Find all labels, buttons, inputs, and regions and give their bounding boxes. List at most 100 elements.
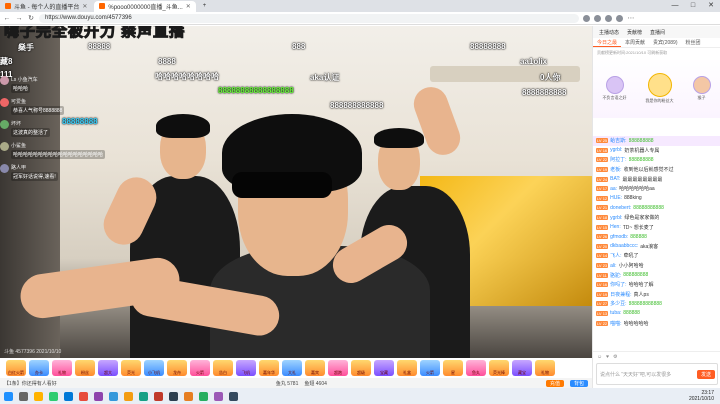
maximize-button[interactable]: □ — [684, 0, 702, 12]
gift-item[interactable]: 白红火箭 — [6, 360, 26, 376]
gift-item[interactable]: 办卡 — [29, 360, 49, 376]
gift-item[interactable]: 星 — [443, 360, 463, 376]
app-icon[interactable] — [154, 391, 163, 401]
app-icon[interactable] — [94, 391, 103, 401]
rank-item-1[interactable]: 我是你的粉丝大 — [645, 72, 674, 104]
search-icon[interactable] — [19, 391, 28, 401]
gift-item[interactable]: 告白 — [213, 360, 233, 376]
chat-input[interactable]: 说点什么 “天天好”吧,可以发很多 发送 — [596, 363, 718, 385]
chat-username[interactable]: 骆驼: — [610, 272, 621, 279]
backpack-button[interactable]: 背包 — [569, 379, 588, 387]
chat-username[interactable]: 你吗了: — [610, 281, 626, 288]
gift-item[interactable]: 鱼丸 — [466, 360, 486, 376]
chat-username[interactable]: ygrbl: — [610, 147, 622, 153]
gift-item[interactable]: 超跑 — [328, 360, 348, 376]
gift-item[interactable]: 荧光棒 — [489, 360, 509, 376]
chat-text: 奶茶机器人专属 — [624, 147, 660, 154]
fans-badge-icon[interactable]: ♥ — [606, 354, 609, 360]
collections-icon[interactable] — [605, 14, 612, 22]
gift-item[interactable]: 嘉年华 — [259, 360, 279, 376]
gift-item[interactable]: 宝藏 — [374, 360, 394, 376]
chat-username[interactable]: BAT: — [610, 176, 620, 182]
tab-fans[interactable]: 粉丝团 — [682, 39, 705, 46]
chat-username[interactable]: dkbaabbccc: — [610, 243, 638, 249]
refresh-icon[interactable]: ↻ — [27, 14, 35, 22]
chat-username[interactable]: 多少豆: — [610, 300, 626, 307]
gift-item[interactable]: 礼物 — [52, 360, 72, 376]
close-icon[interactable]: ✕ — [186, 3, 191, 10]
favorites-icon[interactable] — [594, 14, 601, 22]
rank-item-3[interactable]: 猴子 — [692, 75, 711, 101]
charge-button[interactable]: 充值 — [545, 379, 564, 387]
gift-item[interactable]: 荧光 — [121, 360, 141, 376]
tab-today[interactable]: 今日之最 — [593, 39, 622, 47]
browser-tab[interactable]: 斗鱼 - 每个人的直播平台 ✕ — [0, 1, 92, 12]
gift-item[interactable]: 火箭 — [190, 360, 210, 376]
close-window-button[interactable]: ✕ — [702, 0, 720, 12]
back-icon[interactable]: ← — [3, 15, 11, 22]
rank-name: 我是你的粉丝大 — [645, 97, 674, 103]
edge-browser-icon[interactable] — [64, 391, 73, 401]
chat-username[interactable]: 蛤吉斯: — [610, 137, 626, 144]
chat-username[interactable]: gfmodb: — [610, 234, 628, 240]
gift-item[interactable]: 嘉宾 — [305, 360, 325, 376]
top-menu-item[interactable]: 主播动态 — [599, 29, 619, 36]
app-icon[interactable] — [169, 391, 178, 401]
chat-username[interactable]: HUE: — [610, 195, 622, 201]
app-icon[interactable] — [229, 391, 238, 401]
tab-vip[interactable]: 贵宾(2089) — [649, 39, 681, 46]
chat-username[interactable]: aa: — [610, 186, 617, 192]
gift-item[interactable]: 粉丝 — [75, 360, 95, 376]
gift-item[interactable]: 大礼 — [282, 360, 302, 376]
chat-username[interactable]: ygrbl: — [610, 215, 622, 221]
forward-icon[interactable]: → — [15, 15, 23, 22]
top-menu-item[interactable]: 贡献榜 — [627, 29, 642, 36]
url-input[interactable]: https://www.douyu.com/4577396 — [39, 13, 579, 23]
wechat-icon[interactable] — [49, 391, 58, 401]
chat-username[interactable]: tuba: — [610, 310, 621, 316]
rank-podium: 不负言语之好 我是你的粉丝大 猴子 — [593, 58, 720, 118]
chat-username[interactable]: 喵喵: — [610, 320, 621, 327]
new-tab-button[interactable]: + — [198, 1, 212, 12]
gift-item[interactable]: 龙舟 — [167, 360, 187, 376]
emoji-icon[interactable]: ☺ — [597, 354, 602, 360]
windows-start-icon[interactable] — [4, 391, 13, 401]
chat-row: LV 11 骆驼: 888888888 — [593, 270, 720, 280]
gift-item[interactable]: 藏宝 — [512, 360, 532, 376]
gift-item[interactable]: 超级 — [351, 360, 371, 376]
settings-icon[interactable]: ⚙ — [613, 354, 617, 360]
gift-item[interactable]: 小飞机 — [144, 360, 164, 376]
chat-username[interactable]: Hen: — [610, 224, 621, 230]
gift-item[interactable]: 飞机 — [236, 360, 256, 376]
chat-username[interactable]: 老板: — [610, 166, 621, 173]
gift-item[interactable]: 火箭 — [420, 360, 440, 376]
extension-icon[interactable] — [583, 14, 590, 22]
profile-icon[interactable] — [616, 14, 623, 22]
app-icon[interactable] — [184, 391, 193, 401]
gift-item[interactable]: 礼物 — [535, 360, 555, 376]
app-icon[interactable] — [124, 391, 133, 401]
chat-username[interactable]: donebert: — [610, 205, 631, 211]
gift-item[interactable]: 礼盒 — [397, 360, 417, 376]
top-menu-item[interactable]: 直播间 — [650, 29, 665, 36]
minimize-button[interactable]: — — [666, 0, 684, 12]
app-icon[interactable] — [214, 391, 223, 401]
video-player[interactable]: 嗨子完全被开力 禁声直播 88888 888 88888888 8888 哈哈哈… — [0, 26, 592, 358]
chat-username[interactable]: ali: — [610, 263, 616, 269]
chat-username[interactable]: 阿拉丁: — [610, 156, 626, 163]
system-clock[interactable]: 23:17 2021/10/10 — [689, 390, 720, 402]
close-icon[interactable]: ✕ — [82, 3, 87, 10]
file-explorer-icon[interactable] — [34, 391, 43, 401]
browser-tab-active[interactable]: %pooo0000000直播_斗鱼... ✕ — [94, 0, 196, 12]
app-icon[interactable] — [79, 391, 88, 401]
app-icon[interactable] — [139, 391, 148, 401]
send-button[interactable]: 发送 — [696, 369, 715, 379]
gift-item[interactable]: 超大 — [98, 360, 118, 376]
more-menu-icon[interactable]: ⋯ — [627, 14, 635, 22]
app-icon[interactable] — [199, 391, 208, 401]
chat-username[interactable]: 日夜兼程: — [610, 291, 631, 298]
app-icon[interactable] — [109, 391, 118, 401]
rank-item-2[interactable]: 不负言语之好 — [603, 75, 627, 101]
chat-username[interactable]: 飞人: — [610, 252, 621, 259]
tab-week[interactable]: 本周贡献 — [621, 39, 649, 46]
